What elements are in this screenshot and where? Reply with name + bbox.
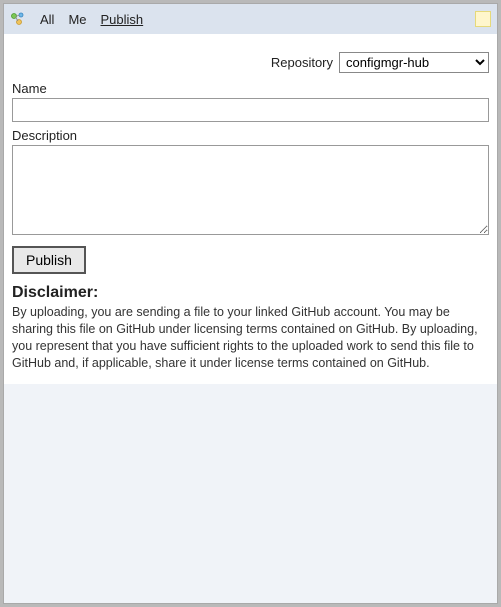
repository-row: Repository configmgr-hub (12, 52, 489, 73)
name-label: Name (12, 81, 489, 96)
tab-all[interactable]: All (40, 12, 54, 27)
publish-window: All Me Publish Repository configmgr-hub … (3, 3, 498, 604)
toolbar: All Me Publish (4, 4, 497, 34)
disclaimer-heading: Disclaimer: (12, 284, 489, 302)
bottom-filler (4, 384, 497, 604)
repository-select[interactable]: configmgr-hub (339, 52, 489, 73)
tab-publish[interactable]: Publish (101, 12, 144, 27)
tab-me[interactable]: Me (68, 12, 86, 27)
description-label: Description (12, 128, 489, 143)
app-icon (10, 11, 26, 27)
content-area: Repository configmgr-hub Name Descriptio… (4, 34, 497, 384)
description-textarea[interactable] (12, 145, 489, 235)
disclaimer-body: By uploading, you are sending a file to … (12, 304, 489, 372)
publish-button[interactable]: Publish (12, 246, 86, 274)
name-input[interactable] (12, 98, 489, 122)
toolbar-right-icon[interactable] (475, 11, 491, 27)
repository-label: Repository (271, 55, 333, 70)
